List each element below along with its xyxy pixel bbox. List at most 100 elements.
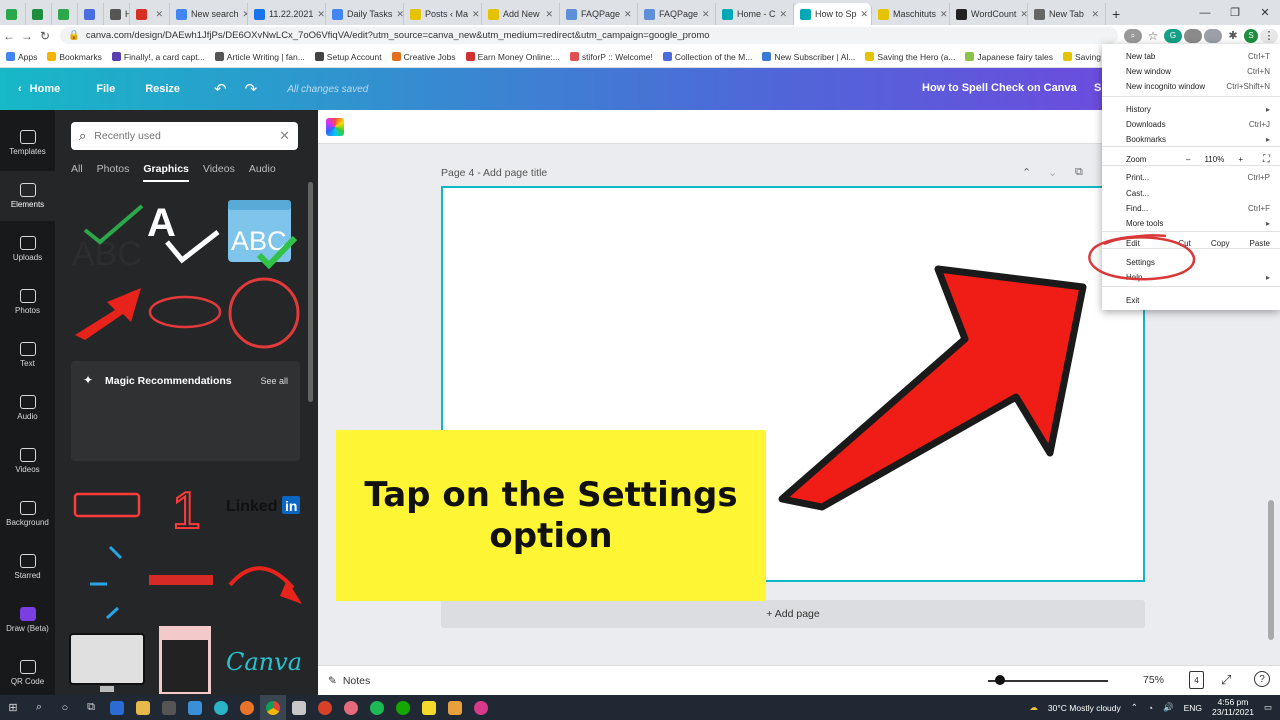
page-title-placeholder[interactable]: Add page title bbox=[483, 167, 547, 179]
browser-tab[interactable] bbox=[0, 3, 26, 25]
close-tab-icon[interactable]: ✕ bbox=[545, 9, 553, 20]
close-tab-icon[interactable]: ✕ bbox=[396, 9, 403, 20]
browser-tab[interactable]: Home - C ✕ bbox=[716, 3, 794, 25]
edit-copy-button[interactable]: Copy bbox=[1211, 239, 1230, 248]
rail-item-audio[interactable]: Audio bbox=[0, 383, 55, 433]
mail-icon[interactable] bbox=[104, 695, 130, 720]
clock[interactable]: 4:56 pm 23/11/2021 bbox=[1212, 697, 1254, 718]
chrome-icon[interactable] bbox=[260, 695, 286, 720]
menu-kebab-icon[interactable]: ⋮ bbox=[1260, 28, 1278, 43]
close-window-button[interactable]: ✕ bbox=[1250, 6, 1280, 19]
rail-item-templates[interactable]: Templates bbox=[0, 118, 55, 168]
store-icon[interactable] bbox=[182, 695, 208, 720]
browser-tab[interactable]: New Tab ✕ bbox=[1028, 3, 1106, 25]
app-icon[interactable] bbox=[468, 695, 494, 720]
help-icon[interactable]: ? bbox=[1254, 671, 1270, 687]
document-title[interactable]: How to Spell Check on Canva bbox=[922, 82, 1077, 94]
browser-tab[interactable]: ✕ bbox=[130, 3, 170, 25]
abc-window-graphic[interactable]: ABC bbox=[228, 200, 298, 270]
canva-logo-graphic[interactable]: Canva bbox=[226, 648, 302, 676]
linkedin-logo-graphic[interactable]: Linked in bbox=[226, 496, 300, 515]
browser-tab[interactable]: How to Sp ✕ bbox=[794, 3, 872, 25]
close-tab-icon[interactable]: ✕ bbox=[155, 9, 163, 20]
bookmark-item[interactable]: stiforP :: Welcome! bbox=[569, 52, 653, 62]
browser-tab[interactable] bbox=[52, 3, 78, 25]
bookmark-item[interactable]: Saving the Hero (a... bbox=[865, 52, 955, 62]
menu-item-new-tab[interactable]: New tab Ctrl+T bbox=[1126, 50, 1270, 62]
monitor-graphic[interactable] bbox=[69, 633, 145, 692]
bookmark-item[interactable]: Japanese fairy tales bbox=[965, 52, 1053, 62]
page-label[interactable]: Page 4 - Add page title bbox=[441, 167, 547, 179]
bookmark-item[interactable]: Bookmarks bbox=[47, 52, 102, 62]
extension-icon[interactable] bbox=[1204, 28, 1222, 43]
menu-item-history[interactable]: History ▸ bbox=[1126, 103, 1270, 115]
weather-text[interactable]: 30°C Mostly cloudy bbox=[1048, 703, 1121, 713]
bookmark-item[interactable]: Earn Money Online:... bbox=[465, 52, 560, 62]
close-tab-icon[interactable]: ✕ bbox=[1020, 9, 1027, 20]
menu-item-zoom[interactable]: Zoom –110% + ⛶ bbox=[1126, 153, 1270, 165]
blue-dashes-graphic[interactable] bbox=[90, 545, 123, 620]
grammarly-icon[interactable]: G bbox=[1164, 28, 1182, 43]
menu-item-cast[interactable]: Cast... bbox=[1126, 187, 1270, 199]
browser-tab[interactable]: New search✕ bbox=[170, 3, 248, 25]
file-explorer-icon[interactable] bbox=[130, 695, 156, 720]
bookmark-item[interactable]: Collection of the M... bbox=[662, 52, 752, 62]
see-all-link[interactable]: See all bbox=[260, 376, 288, 386]
spotify-icon[interactable] bbox=[364, 695, 390, 720]
notes-button[interactable]: ✎ Notes bbox=[328, 675, 370, 687]
close-tab-icon[interactable]: ✕ bbox=[317, 9, 325, 20]
rail-item-draw-beta[interactable]: Draw (Beta) bbox=[0, 595, 55, 645]
close-tab-icon[interactable]: ✕ bbox=[624, 9, 632, 20]
notifications-icon[interactable]: ▭ bbox=[1264, 702, 1272, 713]
zoom-out-button[interactable]: – bbox=[1186, 155, 1190, 164]
cortana-icon[interactable]: ○ bbox=[52, 695, 78, 720]
neon-one-graphic[interactable]: 1 bbox=[171, 481, 202, 541]
bookmark-item[interactable]: Creative Jobs bbox=[391, 52, 456, 62]
profile-avatar[interactable]: S bbox=[1244, 28, 1258, 43]
volume-icon[interactable]: 🔊 bbox=[1163, 702, 1174, 713]
menu-item-new-window[interactable]: New window Ctrl+N bbox=[1126, 65, 1270, 77]
browser-tab[interactable]: FAQPage ✕ bbox=[560, 3, 638, 25]
redo-icon[interactable]: ↷ bbox=[245, 80, 258, 98]
menu-item-new-incognito-window[interactable]: New incognito window Ctrl+Shift+N bbox=[1126, 80, 1270, 92]
zoom-slider[interactable] bbox=[988, 680, 1108, 682]
neon-rectangle-graphic[interactable] bbox=[73, 492, 141, 518]
red-brush-graphic[interactable] bbox=[149, 575, 213, 585]
wifi-icon[interactable]: ◔ bbox=[1148, 703, 1153, 713]
browser-tab[interactable]: Maschituts ✕ bbox=[872, 3, 950, 25]
search-icon[interactable]: ⌕ bbox=[26, 695, 52, 720]
bookmark-item[interactable]: Saving bbox=[1063, 52, 1101, 62]
app-icon[interactable] bbox=[312, 695, 338, 720]
rail-item-photos[interactable]: Photos bbox=[0, 277, 55, 327]
bookmark-item[interactable]: Apps bbox=[6, 52, 37, 62]
rail-item-videos[interactable]: Videos bbox=[0, 436, 55, 486]
red-curved-arrow-graphic[interactable] bbox=[228, 566, 302, 604]
close-tab-icon[interactable]: ✕ bbox=[861, 9, 869, 20]
menu-item-bookmarks[interactable]: Bookmarks ▸ bbox=[1126, 133, 1270, 145]
zoom-value[interactable]: 75% bbox=[1143, 674, 1164, 686]
app-icon[interactable] bbox=[338, 695, 364, 720]
menu-item-more-tools[interactable]: More tools ▸ bbox=[1126, 217, 1270, 229]
fullscreen-icon[interactable]: ⤢ bbox=[1221, 672, 1231, 688]
puzzle-icon[interactable]: ✱ bbox=[1224, 29, 1242, 43]
add-page-button[interactable]: + Add page bbox=[441, 600, 1145, 628]
panel-scrollbar[interactable] bbox=[308, 182, 313, 402]
browser-tab[interactable]: Add New ✕ bbox=[482, 3, 560, 25]
extension-icon[interactable] bbox=[1184, 28, 1202, 43]
calculator-icon[interactable] bbox=[156, 695, 182, 720]
app-icon[interactable] bbox=[442, 695, 468, 720]
close-tab-icon[interactable]: ✕ bbox=[1091, 9, 1099, 20]
zoom-slider-handle[interactable] bbox=[995, 675, 1005, 685]
duplicate-page-icon[interactable]: ⧉ bbox=[1075, 166, 1083, 179]
browser-tab[interactable] bbox=[78, 3, 104, 25]
close-tab-icon[interactable]: ✕ bbox=[472, 9, 480, 20]
undo-icon[interactable]: ↶ bbox=[214, 80, 227, 98]
forward-icon[interactable]: → bbox=[18, 29, 36, 43]
resize-button[interactable]: Resize bbox=[145, 83, 180, 95]
close-tab-icon[interactable]: ✕ bbox=[780, 9, 788, 20]
app-icon[interactable] bbox=[286, 695, 312, 720]
sticky-notes-icon[interactable] bbox=[416, 695, 442, 720]
page-up-icon[interactable]: ⌃ bbox=[1022, 166, 1031, 179]
tray-chevron-icon[interactable]: ⌃ bbox=[1131, 702, 1138, 713]
color-palette-icon[interactable] bbox=[326, 118, 344, 136]
